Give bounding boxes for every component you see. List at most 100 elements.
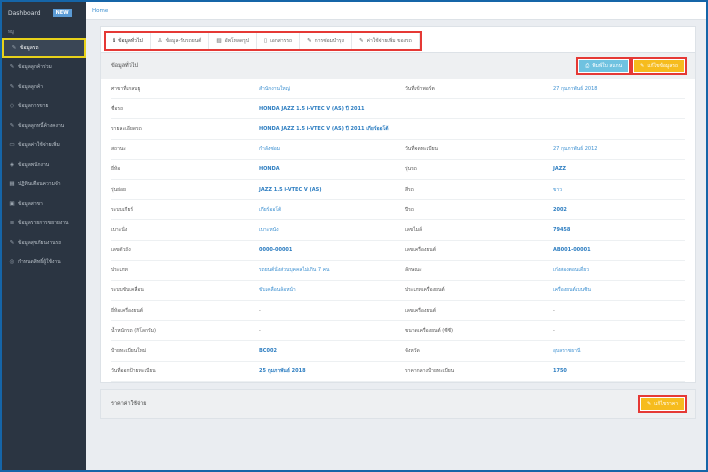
user-icon: ♙	[157, 38, 163, 44]
edit-icon: ✎	[640, 63, 645, 69]
tab[interactable]: ♙ ข้อมูล-รับรถยนต์	[151, 33, 210, 49]
field-value: 0000-00001	[259, 247, 293, 254]
field-label: รายละเอียดรถ	[111, 125, 142, 132]
edit-icon: ✎	[646, 400, 652, 407]
wrench-icon: ✎	[9, 83, 15, 90]
field-label: เลขเครื่องยนต์	[405, 307, 436, 314]
field-value: อุบลราชธานี	[553, 348, 581, 355]
wrench-icon: ✎	[11, 44, 17, 51]
field-value: 79458	[553, 226, 571, 233]
table-row: ชื่อรถ HONDA JAZZ 1.5 i-VTEC V (AS) ปี 20…	[111, 99, 685, 120]
home-link[interactable]: Home	[92, 8, 108, 14]
table-row: เบาะนั่ง เบาะหนัง เลขไมล์ 79458	[111, 220, 685, 241]
general-section-header: ข้อมูลทั่วไป ⎙ พิมพ์ใบ สแกน ✎ แก้ไขข้อมู…	[101, 53, 695, 79]
grid-icon: ▣	[9, 200, 15, 207]
sidebar-item[interactable]: ✎ ข้อมูลรถ	[2, 38, 86, 58]
tab[interactable]: ✎ ค่าใช้จ่ายเพิ่ม ของรถ	[352, 33, 420, 49]
image-icon: ▨	[216, 38, 222, 44]
sidebar-item-label: ปฏิทินเตือนความจำ	[18, 181, 61, 188]
table-row: ระบบขับเคลื่อน ขับเคลื่อนล้อหน้า ประเภทเคร…	[111, 281, 685, 302]
field-value: -	[259, 307, 261, 314]
field-label: วันที่ออกป้ายทะเบียน	[111, 368, 156, 375]
tab-label: การซ่อมบำรุง	[314, 38, 344, 44]
field-value: BC002	[259, 348, 277, 355]
field-value: -	[259, 327, 261, 334]
field-label: เลขไมล์	[405, 226, 423, 233]
app-window: Dashboard NEW หมู ✎ ข้อมูลรถ ✎ ข้อมูลลูกค้า…	[0, 0, 708, 472]
tab[interactable]: ▨ อัพโหลดรูป	[209, 33, 258, 49]
main-content: ℹ ข้อมูลทั่วไป ♙ ข้อมูล-รับรถยนต์ ▨ อัพโหลดรู…	[86, 20, 706, 470]
table-row: สถานะ กำลังซ่อม วันที่จดทะเบียน 27 กุมภาพัน…	[111, 140, 685, 160]
sidebar-item-label: ข้อมูลรายการขยายงาน	[18, 220, 69, 227]
table-row: ศาขาที่เกลบยู สำนักงานใหญ่ วันที่เข้าพอร์ต…	[111, 79, 685, 100]
field-label: เบาะนั่ง	[111, 226, 128, 233]
dashboard-link[interactable]: Dashboard NEW	[2, 2, 86, 24]
sidebar-item-label: ข้อมูลการขาย	[18, 103, 49, 110]
expenses-section-title: ราคาค่าใช้จ่าย	[111, 400, 147, 407]
edit-car-button[interactable]: ✎ แก้ไขข้อมูลรถ	[631, 57, 687, 75]
edit-price-button[interactable]: ✎ แก้ไขราคา	[637, 394, 688, 413]
field-value: HONDA	[259, 166, 280, 173]
tab-label: อัพโหลดรูป	[224, 38, 250, 44]
general-info-table: ศาขาที่เกลบยู สำนักงานใหญ่ วันที่เข้าพอร์ต…	[101, 79, 695, 382]
new-badge: NEW	[52, 9, 72, 17]
list-icon: ≡	[9, 220, 15, 227]
car-detail-panel: ℹ ข้อมูลทั่วไป ♙ ข้อมูล-รับรถยนต์ ▨ อัพโหลดรู…	[100, 26, 696, 383]
field-label: สถานะ	[111, 146, 126, 153]
tab[interactable]: ✎ การซ่อมบำรุง	[300, 33, 352, 49]
sidebar-item[interactable]: ▦ ปฏิทินเตือนความจำ	[2, 175, 86, 195]
field-label: วันที่เข้าพอร์ต	[405, 85, 435, 92]
sidebar-item-label: ข้อมูลลูกหนี้ค้างคงาน	[18, 122, 65, 129]
field-value: ขาว	[553, 186, 563, 193]
sidebar-item[interactable]: ✎ ข้อมูลสุขภัยนงานรถ	[2, 233, 86, 253]
sidebar-item[interactable]: ▣ ข้อมูลสาขา	[2, 194, 86, 214]
field-label: เลขเครื่องยนต์	[405, 247, 436, 254]
field-value: 27 กุมภาพันธ์ 2018	[553, 85, 598, 92]
print-icon: ⎙	[585, 63, 590, 69]
field-label: ศาขาที่เกลบยู	[111, 85, 141, 92]
field-value: HONDA JAZZ 1.5 i-VTEC V (AS) ปี 2011	[259, 105, 365, 112]
field-value: สำนักงานใหญ่	[259, 85, 290, 92]
sidebar-item[interactable]: ≡ ข้อมูลรายการขยายงาน	[2, 214, 86, 234]
sidebar-item[interactable]: ▭ ข้อมูลค่าใช้จ่ายเพิ่ม	[2, 136, 86, 156]
field-label: ปีรถ	[405, 206, 414, 213]
field-label: จังหวัด	[405, 348, 420, 355]
field-value: 25 กุมภาพันธ์ 2018	[259, 368, 306, 375]
table-row: วันที่ออกป้ายทะเบียน 25 กุมภาพันธ์ 2018 รา…	[111, 362, 685, 382]
sidebar-item-label: ข้อมูลลูกค้าร่วม	[18, 64, 52, 71]
tab[interactable]: ℹ ข้อมูลทั่วไป	[106, 33, 151, 49]
expenses-section-header: ราคาค่าใช้จ่าย ✎ แก้ไขราคา	[101, 389, 695, 418]
sidebar-item[interactable]: ◎ กำหนดสิทธิ์ผู้ใช้งาน	[2, 253, 86, 273]
field-label: รุ่นรถ	[405, 166, 417, 173]
field-label: ราคากลางป้ายทะเบียน	[405, 368, 455, 375]
breadcrumb: Home	[86, 2, 706, 20]
sidebar-item[interactable]: ✎ ข้อมูลลูกหนี้ค้างคงาน	[2, 116, 86, 136]
globe-icon: ◎	[9, 259, 15, 266]
field-label: ป้ายทะเบียนใหม่	[111, 348, 147, 355]
sidebar-item[interactable]: ✎ ข้อมูลลูกค้า	[2, 77, 86, 97]
sidebar-item-label: ข้อมูลค่าใช้จ่ายเพิ่ม	[18, 142, 60, 149]
field-label: ยี่ห้อ	[111, 166, 121, 173]
field-value: เกียร์ออโต้	[259, 206, 282, 213]
field-label: ลักษณะ	[405, 267, 422, 274]
sidebar-item[interactable]: ✎ ข้อมูลลูกค้าร่วม	[2, 58, 86, 78]
sidebar-item-label: ข้อมูลลูกค้า	[18, 83, 44, 90]
table-row: ป้ายทะเบียนใหม่ BC002 จังหวัด อุบลราชธานี	[111, 341, 685, 362]
field-value: 2002	[553, 206, 567, 213]
tag-icon: ◈	[9, 161, 15, 168]
field-label: วันที่จดทะเบียน	[405, 146, 438, 153]
field-value: รถยนต์นั่งส่วนบุคคลไม่เกิน 7 คน	[259, 267, 330, 274]
table-row: ยี่ห้อเครื่องยนต์ - เลขเครื่องยนต์ -	[111, 301, 685, 322]
tab[interactable]: ▯ เอกสารรถ	[257, 33, 301, 49]
table-row: รุ่นย่อย JAZZ 1.5 i-VTEC V (AS) สีรถ ขาว	[111, 180, 685, 201]
print-button[interactable]: ⎙ พิมพ์ใบ สแกน	[576, 57, 632, 75]
sidebar-item-label: ข้อมูลรถ	[20, 44, 39, 51]
wrench-icon: ✎	[359, 38, 364, 44]
field-label: ยี่ห้อเครื่องยนต์	[111, 307, 144, 314]
table-row: ระบบเกียร์ เกียร์ออโต้ ปีรถ 2002	[111, 200, 685, 221]
table-row: น้ำหนักรถ (กิโลกรัม) - ขนาดเครื่องยนต์ (ซี…	[111, 321, 685, 342]
sidebar-item[interactable]: ◇ ข้อมูลการขาย	[2, 97, 86, 117]
field-label: เลขตัวถัง	[111, 247, 131, 254]
field-label: น้ำหนักรถ (กิโลกรัม)	[111, 327, 156, 334]
sidebar-item[interactable]: ◈ ข้อมูลพนักงาน	[2, 155, 86, 175]
